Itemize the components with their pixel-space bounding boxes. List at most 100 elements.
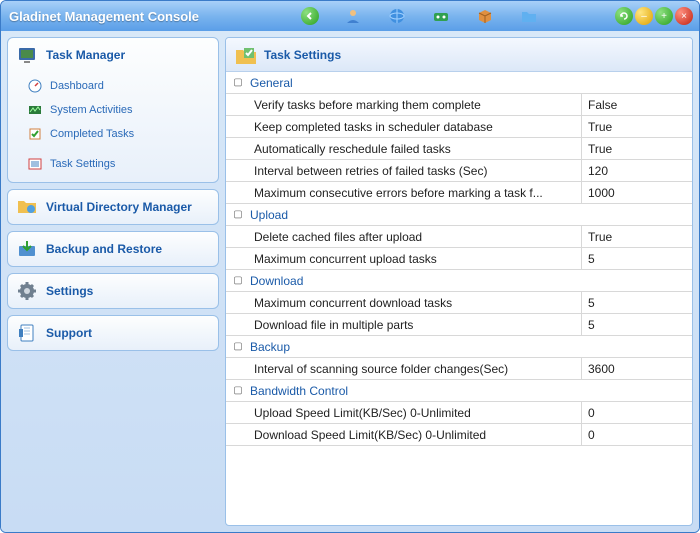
nav-item-label: Task Settings — [50, 158, 115, 170]
main-panel: Task Settings ▢GeneralVerify tasks befor… — [225, 37, 693, 526]
nav-items: Dashboard System Activities Completed Ta… — [8, 72, 218, 182]
nav-item-completed-tasks[interactable]: Completed Tasks — [8, 122, 218, 146]
setting-value[interactable]: 1000 — [582, 182, 692, 203]
setting-row[interactable]: Interval between retries of failed tasks… — [226, 160, 692, 182]
nav-item-label: Dashboard — [50, 80, 104, 92]
globe-icon[interactable] — [387, 6, 407, 26]
section-name: General — [250, 76, 293, 90]
box-icon[interactable] — [475, 6, 495, 26]
folder-tree-icon — [16, 196, 38, 218]
setting-value[interactable]: 5 — [582, 292, 692, 313]
nav-header-task-manager[interactable]: Task Manager — [8, 38, 218, 72]
section-name: Bandwidth Control — [250, 384, 348, 398]
nav-label: Backup and Restore — [46, 242, 162, 256]
nav-label: Task Manager — [46, 48, 125, 62]
nav-item-label: Completed Tasks — [50, 128, 134, 140]
setting-value[interactable]: 120 — [582, 160, 692, 181]
app-body: Task Manager Dashboard System Activities… — [1, 31, 699, 532]
setting-key: Automatically reschedule failed tasks — [250, 138, 582, 159]
section-name: Backup — [250, 340, 290, 354]
minimize-button[interactable]: – — [635, 7, 653, 25]
nav-task-manager: Task Manager Dashboard System Activities… — [7, 37, 219, 183]
setting-value[interactable]: 3600 — [582, 358, 692, 379]
panel-header: Task Settings — [226, 38, 692, 72]
section-header[interactable]: ▢Backup — [226, 336, 692, 358]
setting-value[interactable]: True — [582, 116, 692, 137]
setting-row[interactable]: Maximum concurrent download tasks5 — [226, 292, 692, 314]
setting-row[interactable]: Verify tasks before marking them complet… — [226, 94, 692, 116]
section-header[interactable]: ▢Upload — [226, 204, 692, 226]
setting-key: Interval of scanning source folder chang… — [250, 358, 582, 379]
setting-key: Delete cached files after upload — [250, 226, 582, 247]
setting-value[interactable]: True — [582, 226, 692, 247]
setting-key: Upload Speed Limit(KB/Sec) 0-Unlimited — [250, 402, 582, 423]
section-header[interactable]: ▢Bandwidth Control — [226, 380, 692, 402]
section-header[interactable]: ▢General — [226, 72, 692, 94]
nav-label: Support — [46, 326, 92, 340]
task-settings-icon — [234, 44, 256, 66]
monitor-icon — [16, 44, 38, 66]
nav-item-system-activities[interactable]: System Activities — [8, 98, 218, 122]
setting-row[interactable]: Keep completed tasks in scheduler databa… — [226, 116, 692, 138]
setting-key: Verify tasks before marking them complet… — [250, 94, 582, 115]
setting-value[interactable]: 5 — [582, 248, 692, 269]
back-icon[interactable] — [301, 7, 319, 25]
setting-key: Keep completed tasks in scheduler databa… — [250, 116, 582, 137]
setting-value[interactable]: False — [582, 94, 692, 115]
nav-settings[interactable]: Settings — [7, 273, 219, 309]
window-controls: – + × — [615, 7, 693, 25]
setting-row[interactable]: Upload Speed Limit(KB/Sec) 0-Unlimited0 — [226, 402, 692, 424]
nav-label: Virtual Directory Manager — [46, 200, 192, 214]
nav-item-label: System Activities — [50, 104, 133, 116]
maximize-button[interactable]: + — [655, 7, 673, 25]
setting-value[interactable]: 0 — [582, 402, 692, 423]
close-button[interactable]: × — [675, 7, 693, 25]
sidebar: Task Manager Dashboard System Activities… — [7, 37, 219, 526]
nav-item-dashboard[interactable]: Dashboard — [8, 74, 218, 98]
activity-icon — [28, 103, 42, 117]
support-icon — [16, 322, 38, 344]
setting-row[interactable]: Download file in multiple parts5 — [226, 314, 692, 336]
collapse-icon[interactable]: ▢ — [226, 77, 250, 88]
collapse-icon[interactable]: ▢ — [226, 341, 250, 352]
network-icon[interactable] — [431, 6, 451, 26]
refresh-icon[interactable] — [615, 7, 633, 25]
setting-key: Interval between retries of failed tasks… — [250, 160, 582, 181]
setting-row[interactable]: Interval of scanning source folder chang… — [226, 358, 692, 380]
nav-support[interactable]: Support — [7, 315, 219, 351]
nav-virtual-directory[interactable]: Virtual Directory Manager — [7, 189, 219, 225]
setting-row[interactable]: Download Speed Limit(KB/Sec) 0-Unlimited… — [226, 424, 692, 446]
setting-value[interactable]: 0 — [582, 424, 692, 445]
gauge-icon — [28, 79, 42, 93]
panel-title: Task Settings — [264, 48, 341, 62]
section-header[interactable]: ▢Download — [226, 270, 692, 292]
app-window: Gladinet Management Console – + × Task M… — [0, 0, 700, 533]
section-name: Upload — [250, 208, 288, 222]
backup-icon — [16, 238, 38, 260]
setting-key: Download file in multiple parts — [250, 314, 582, 335]
nav-item-task-settings[interactable]: Task Settings — [8, 152, 218, 176]
setting-row[interactable]: Delete cached files after uploadTrue — [226, 226, 692, 248]
settings-grid: ▢GeneralVerify tasks before marking them… — [226, 72, 692, 525]
folder-icon[interactable] — [519, 6, 539, 26]
titlebar: Gladinet Management Console – + × — [1, 1, 699, 31]
setting-key: Maximum consecutive errors before markin… — [250, 182, 582, 203]
nav-backup-restore[interactable]: Backup and Restore — [7, 231, 219, 267]
setting-row[interactable]: Maximum consecutive errors before markin… — [226, 182, 692, 204]
app-title: Gladinet Management Console — [9, 9, 199, 24]
nav-label: Settings — [46, 284, 93, 298]
setting-value[interactable]: True — [582, 138, 692, 159]
collapse-icon[interactable]: ▢ — [226, 385, 250, 396]
settings-list-icon — [28, 157, 42, 171]
toolbar-icons — [301, 6, 539, 26]
user-icon[interactable] — [343, 6, 363, 26]
section-name: Download — [250, 274, 303, 288]
setting-value[interactable]: 5 — [582, 314, 692, 335]
setting-key: Maximum concurrent upload tasks — [250, 248, 582, 269]
setting-row[interactable]: Maximum concurrent upload tasks5 — [226, 248, 692, 270]
setting-row[interactable]: Automatically reschedule failed tasksTru… — [226, 138, 692, 160]
setting-key: Download Speed Limit(KB/Sec) 0-Unlimited — [250, 424, 582, 445]
collapse-icon[interactable]: ▢ — [226, 275, 250, 286]
gear-icon — [16, 280, 38, 302]
collapse-icon[interactable]: ▢ — [226, 209, 250, 220]
